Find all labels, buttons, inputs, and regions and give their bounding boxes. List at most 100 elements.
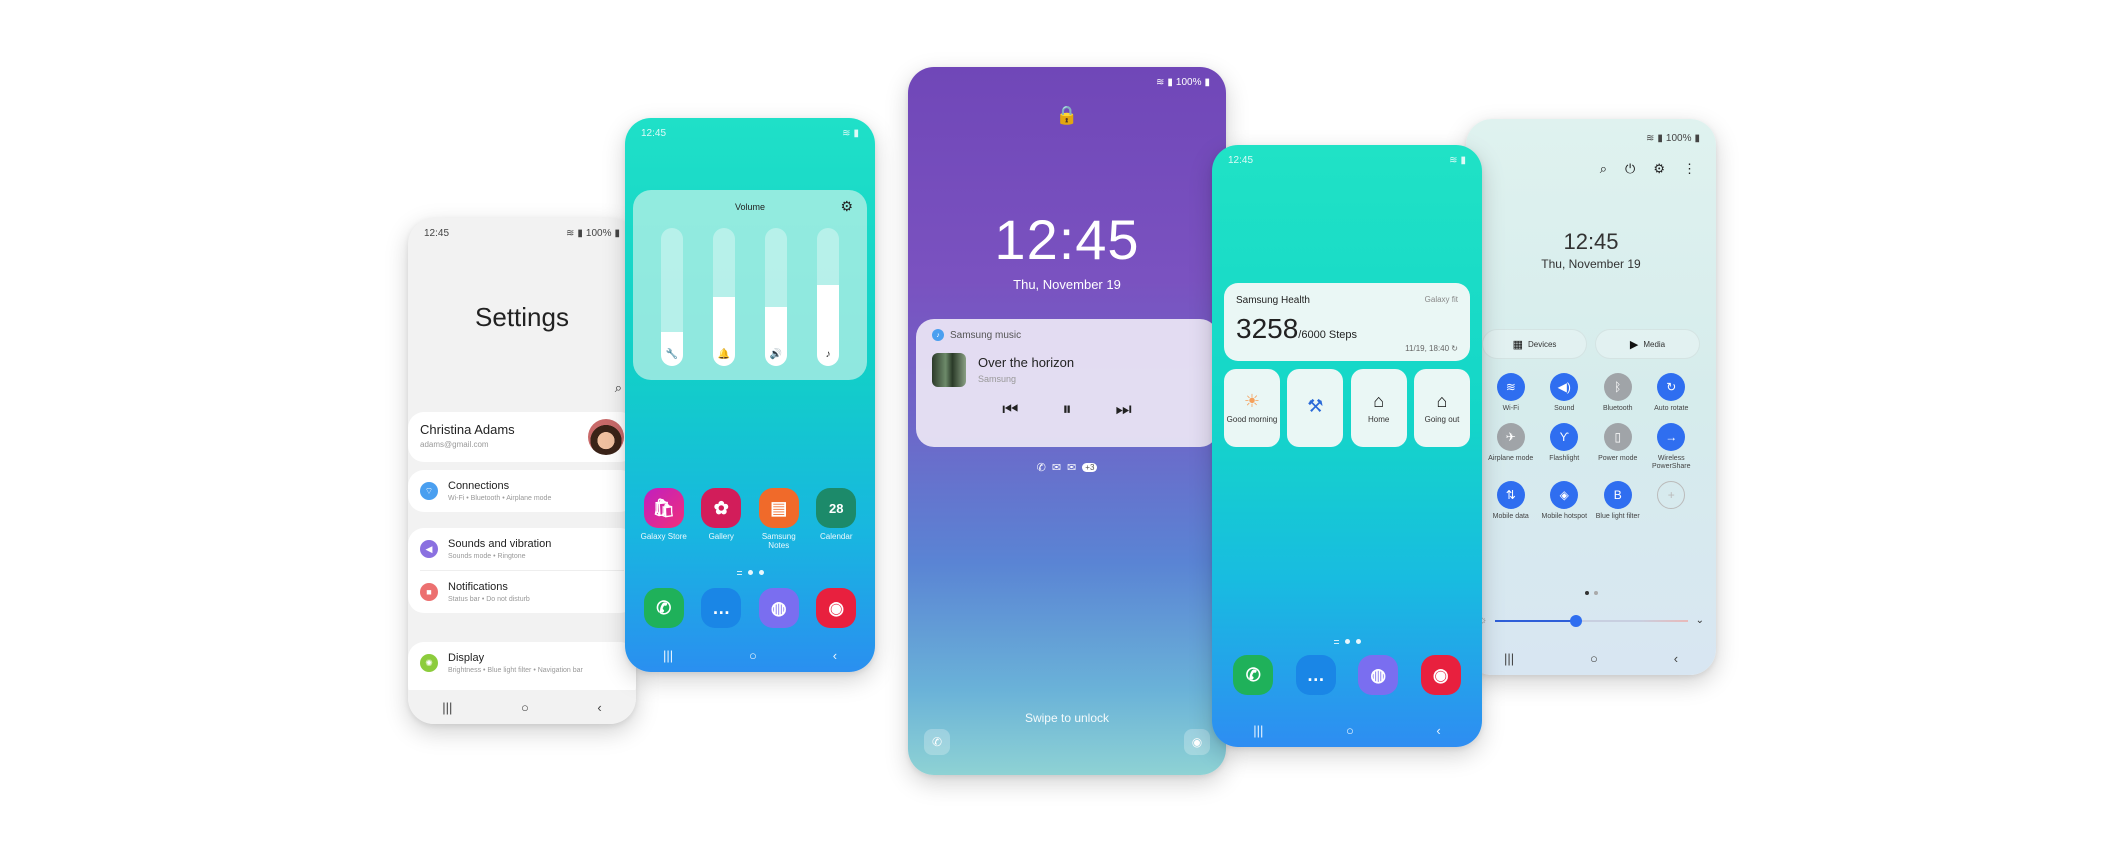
back-button[interactable]: ‹: [597, 700, 601, 715]
app-samsung-notes[interactable]: ▤ Samsung Notes: [753, 488, 805, 550]
volume-title: Volume: [734, 202, 766, 212]
wifi-icon: ≋: [1496, 373, 1525, 401]
power-icon[interactable]: ⏻: [1625, 161, 1635, 177]
planet-icon: ◍: [1358, 655, 1399, 695]
pause-button[interactable]: ⏸: [1063, 399, 1072, 420]
quick-tile-airplane[interactable]: ✈ Airplane mode: [1484, 423, 1538, 471]
quick-tile-wifi[interactable]: ≋ Wi-Fi: [1484, 373, 1538, 413]
phone-shortcut-icon[interactable]: ✆: [924, 729, 950, 755]
mode-good-morning[interactable]: ☀ Good morning: [1224, 369, 1280, 447]
chevron-down-icon[interactable]: ⌄: [1696, 615, 1704, 626]
battery-icon: ▮: [853, 128, 859, 139]
flower-icon: ✿: [701, 488, 742, 528]
avatar: [588, 419, 624, 455]
mode-cleaning[interactable]: ⚒: [1287, 369, 1344, 447]
battery-icon: ▮: [614, 228, 620, 239]
page-dot[interactable]: [736, 570, 742, 575]
quick-buttons: ▦ Devices ▶ Media: [1482, 329, 1700, 359]
recents-button[interactable]: |||: [1253, 723, 1263, 738]
status-bar: 12:45 ≋ ▮: [641, 128, 859, 139]
search-icon[interactable]: ⌕: [615, 380, 622, 396]
quick-panel-toolbar: ⌕ ⏻ ⚙ ⋮: [1600, 161, 1696, 177]
page-dot[interactable]: [1584, 591, 1589, 595]
missed-call-icon[interactable]: ✆: [1037, 461, 1046, 474]
settings-item-connections[interactable]: ⌔ Connections Wi-Fi • Bluetooth • Airplan…: [408, 470, 636, 512]
page-dot[interactable]: [1593, 591, 1598, 595]
dock-internet[interactable]: ◍: [1352, 655, 1404, 695]
more-notifications-badge[interactable]: +3: [1082, 463, 1098, 472]
page-dot[interactable]: [1344, 639, 1350, 644]
dock-messages[interactable]: …: [1290, 655, 1342, 695]
page-dot[interactable]: [1355, 639, 1361, 644]
dock-phone[interactable]: ✆: [638, 588, 690, 628]
notes-icon: ▤: [758, 488, 799, 528]
quick-tile-add[interactable]: +: [1645, 481, 1699, 521]
volume-slider-system[interactable]: 🔧: [661, 228, 683, 366]
brightness-knob[interactable]: [1569, 614, 1582, 627]
settings-item-sounds[interactable]: ◀ Sounds and vibration Sounds mode • Ring…: [408, 528, 636, 570]
previous-track-button[interactable]: ⏮: [1002, 399, 1018, 420]
auto-rotate-icon: ↻: [1657, 373, 1686, 401]
tile-label: Wi-Fi: [1502, 405, 1519, 412]
home-button[interactable]: ○: [749, 648, 757, 663]
page-indicator: [625, 570, 875, 575]
mode-home[interactable]: ⌂ Home: [1350, 369, 1407, 447]
back-button[interactable]: ‹: [1674, 651, 1678, 666]
devices-button[interactable]: ▦ Devices: [1482, 329, 1587, 359]
quick-tile-mobile-data[interactable]: ⇅ Mobile data: [1484, 481, 1538, 521]
media-button[interactable]: ▶ Media: [1595, 329, 1700, 359]
lock-icon: 🔒: [1055, 105, 1079, 125]
camera-shortcut-icon[interactable]: ◉: [1184, 729, 1210, 755]
profile-card[interactable]: Christina Adams adams@gmail.com: [408, 412, 636, 462]
dock-messages[interactable]: …: [695, 588, 747, 628]
navigation-bar: ||| ○ ‹: [1466, 641, 1716, 675]
settings-item-display[interactable]: ✺ Display Brightness • Blue light filter …: [408, 642, 636, 684]
next-track-button[interactable]: ⏭: [1116, 399, 1132, 420]
back-button[interactable]: ‹: [833, 648, 837, 663]
page-title: Settings: [475, 302, 569, 332]
quick-tile-blue-light-filter[interactable]: B Blue light filter: [1591, 481, 1645, 521]
home-button[interactable]: ○: [1590, 651, 1598, 666]
search-icon[interactable]: ⌕: [1600, 161, 1607, 177]
page-dot[interactable]: [758, 570, 764, 575]
dock-camera[interactable]: ◉: [810, 588, 862, 628]
settings-item-notifications[interactable]: ■ Notifications Status bar • Do not distu…: [408, 571, 636, 613]
recents-button[interactable]: |||: [663, 648, 673, 663]
quick-tile-power-mode[interactable]: ▯ Power mode: [1591, 423, 1645, 471]
quick-tile-wireless-powershare[interactable]: → Wireless PowerShare: [1645, 423, 1699, 471]
sync-time[interactable]: 11/19, 18:40 ↻: [1405, 344, 1458, 353]
music-note-icon: ♪: [932, 329, 944, 341]
brightness-control: ☼ ⌄: [1478, 614, 1704, 627]
page-dot[interactable]: [1333, 639, 1339, 644]
app-gallery[interactable]: ✿ Gallery: [695, 488, 747, 550]
settings-group-sound: ◀ Sounds and vibration Sounds mode • Ring…: [408, 528, 636, 613]
quick-tile-flashlight[interactable]: ϒ Flashlight: [1538, 423, 1592, 471]
back-button[interactable]: ‹: [1436, 723, 1440, 738]
dock-phone[interactable]: ✆: [1227, 655, 1279, 695]
volume-slider-ringtone[interactable]: 🔔: [713, 228, 735, 366]
more-options-icon[interactable]: ⋮: [1683, 161, 1696, 177]
message-icon[interactable]: ✉: [1052, 461, 1061, 474]
home-button[interactable]: ○: [521, 700, 529, 715]
quick-tile-bluetooth[interactable]: ᛒ Bluetooth: [1591, 373, 1645, 413]
quick-tile-auto-rotate[interactable]: ↻ Auto rotate: [1645, 373, 1699, 413]
volume-slider-media[interactable]: 🔊: [765, 228, 787, 366]
samsung-health-widget[interactable]: Samsung Health Galaxy fit 3258/6000 Step…: [1224, 283, 1470, 361]
volume-slider-music[interactable]: ♪: [817, 228, 839, 366]
gear-icon[interactable]: ⚙: [840, 198, 853, 215]
mode-going-out[interactable]: ⌂ Going out: [1413, 369, 1470, 447]
email-icon[interactable]: ✉: [1067, 461, 1076, 474]
quick-tile-mobile-hotspot[interactable]: ◈ Mobile hotspot: [1538, 481, 1592, 521]
dock-internet[interactable]: ◍: [753, 588, 805, 628]
brightness-slider[interactable]: [1495, 614, 1688, 627]
app-galaxy-store[interactable]: 🛍 Galaxy Store: [638, 488, 690, 550]
recents-button[interactable]: |||: [442, 700, 452, 715]
status-bar: ≋ ▮ 100% ▮: [924, 77, 1210, 88]
app-calendar[interactable]: 28 Calendar: [810, 488, 862, 550]
page-dot[interactable]: [747, 570, 753, 575]
dock-camera[interactable]: ◉: [1415, 655, 1467, 695]
gear-icon[interactable]: ⚙: [1653, 161, 1665, 177]
home-button[interactable]: ○: [1346, 723, 1354, 738]
recents-button[interactable]: |||: [1504, 651, 1514, 666]
quick-tile-sound[interactable]: ◀) Sound: [1538, 373, 1592, 413]
